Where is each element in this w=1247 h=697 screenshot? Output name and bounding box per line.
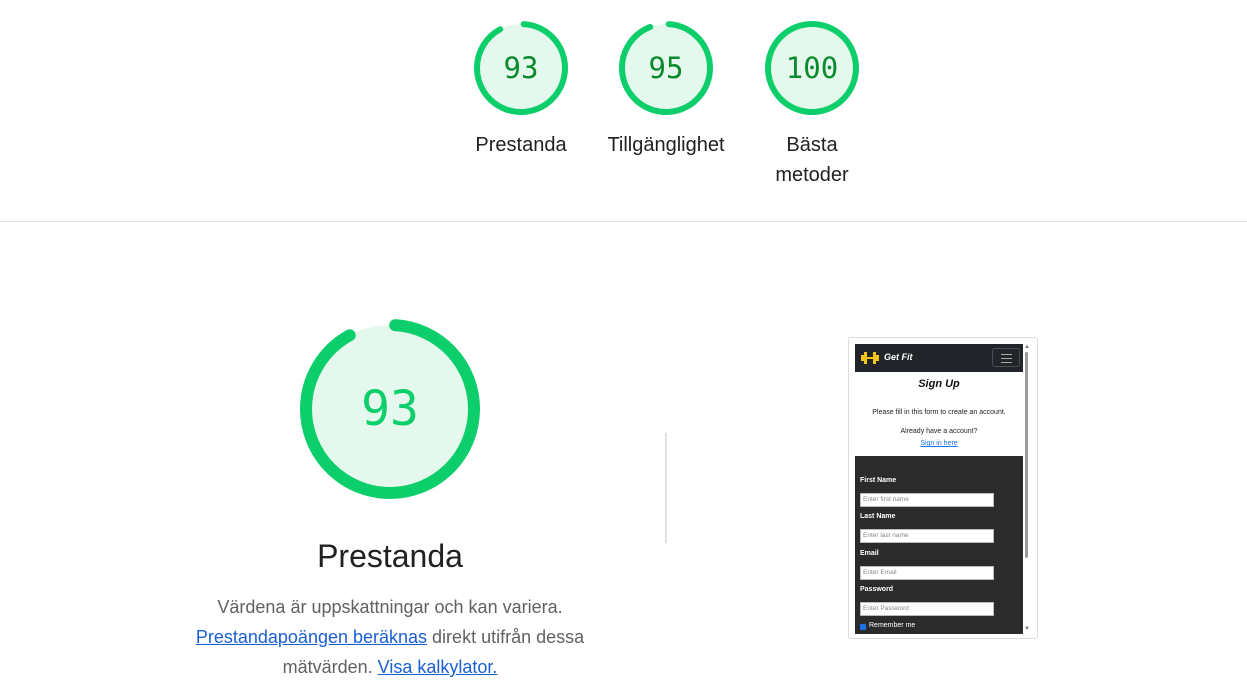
mini-field-input: Enter Email [860,566,994,580]
mini-field-label: First Name [860,477,897,484]
mini-field-label: Password [860,586,894,593]
mini-already-text: Already have a account? [900,428,978,435]
gauge-best-practices[interactable]: 100 Bästa metoder [762,18,862,186]
hamburger-menu-icon [992,348,1020,367]
gauge-label: Tillgänglighet [607,134,725,156]
mini-signin-link: Sign in here [920,440,958,447]
scroll-up-arrow-icon: ▲ [1024,344,1030,350]
screenshot-page: Get Fit Sign Up Please fill in this form… [855,344,1023,634]
dumbbell-icon [861,352,879,364]
gauge-score: 93 [503,51,539,85]
view-calculator-link[interactable]: Visa kalkylator. [378,657,498,677]
performance-gauge: 93 [298,317,482,501]
category-scores-strip: 93 Prestanda 95 Tillgänglighet 100 Bästa… [0,0,1247,221]
mini-field-label: Last Name [860,513,896,520]
scroll-down-arrow-icon: ▼ [1024,626,1030,632]
score-calculation-link[interactable]: Prestandapoängen beräknas [196,627,427,647]
mini-brand-name: Get Fit [884,352,913,362]
scroll-thumb [1025,352,1028,558]
mini-field-input: Enter first name [860,493,994,507]
mini-header-area: Sign Up Please fill in this form to crea… [855,372,1023,456]
mini-remember-label: Remember me [869,622,916,629]
performance-score: 93 [361,381,419,437]
mini-form: First Name Enter first name Last Name En… [855,456,1023,634]
performance-title: Prestanda [317,538,463,574]
mini-scrollbar: ▲ ▼ [1023,344,1031,634]
vertical-divider [665,433,667,543]
gauge-label: Bästa metoder [775,134,849,186]
final-screenshot-thumbnail[interactable]: Get Fit Sign Up Please fill in this form… [848,337,1038,639]
performance-description: Värdena är uppskattningar och kan varier… [160,592,620,682]
desc-text-1: Värdena är uppskattningar och kan varier… [217,597,563,617]
mini-navbar: Get Fit [855,344,1023,372]
mini-checkbox [860,624,866,630]
gauge-accessibility[interactable]: 95 Tillgänglighet [607,18,725,156]
section-divider [0,221,1247,222]
gauge-score: 95 [648,51,684,85]
mini-subtitle: Please fill in this form to create an ac… [872,409,1006,416]
mini-field-input: Enter Password [860,602,994,616]
mini-field-input: Enter last name [860,529,994,543]
gauge-performance[interactable]: 93 Prestanda [471,18,571,156]
gauge-score: 100 [785,51,839,85]
mini-field-label: Email [860,550,879,557]
mini-heading: Sign Up [918,378,960,390]
